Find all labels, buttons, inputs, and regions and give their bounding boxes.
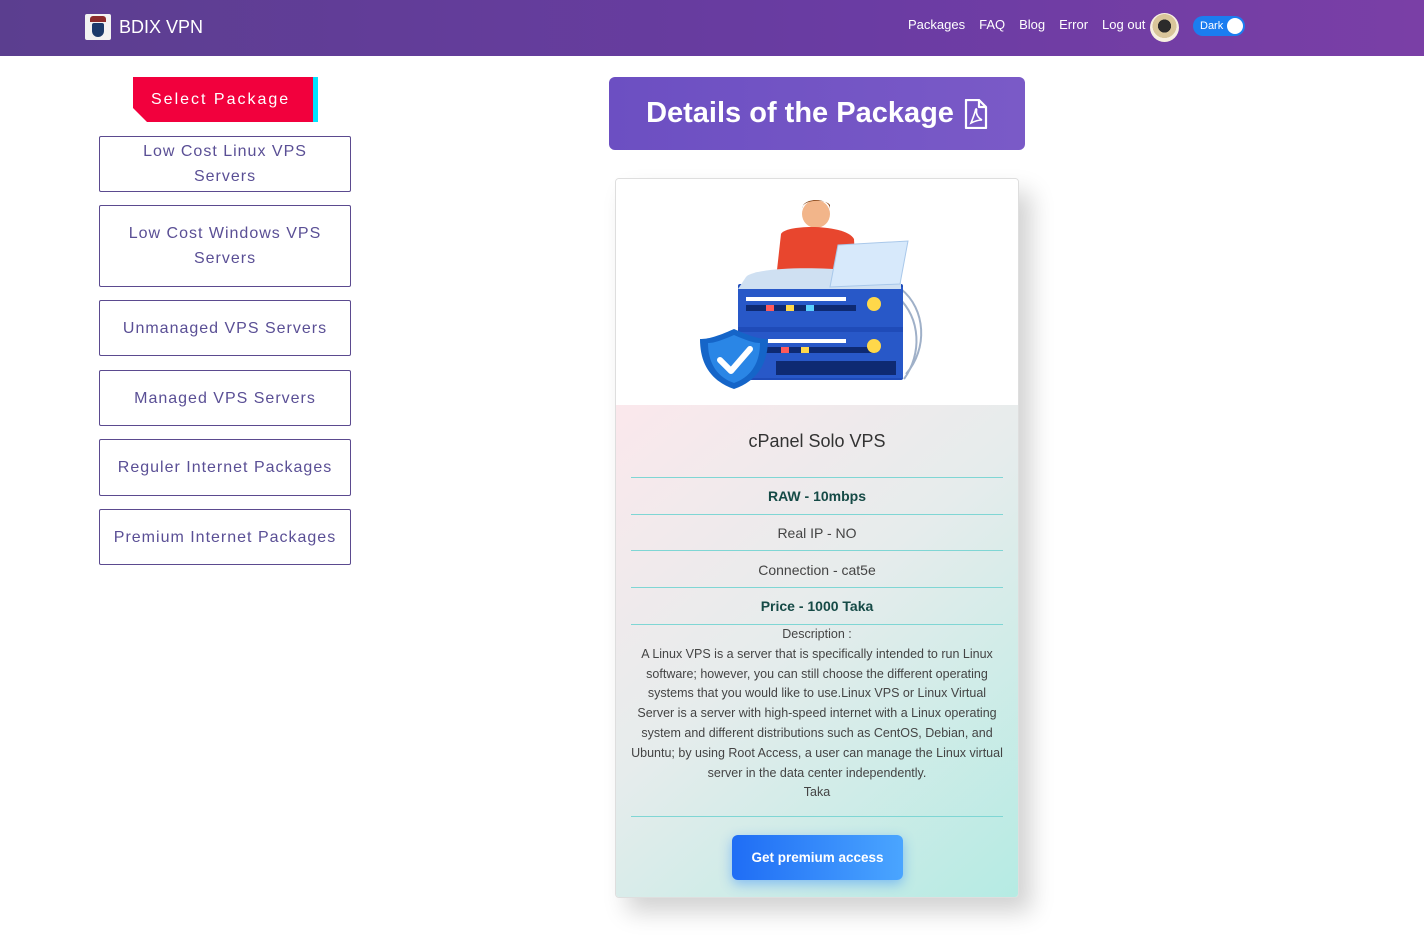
brand[interactable]: BDIX VPN (85, 14, 203, 40)
nav-link-packages[interactable]: Packages (908, 16, 965, 34)
connection-type: Connection - cat5e (631, 550, 1003, 587)
nav-link-faq[interactable]: FAQ (979, 16, 1005, 34)
select-package-title: Select Package (133, 77, 313, 122)
package-regular-internet-button[interactable]: Reguler Internet Packages (99, 439, 351, 496)
get-premium-access-button[interactable]: Get premium access (732, 835, 903, 880)
avatar[interactable] (1150, 13, 1179, 42)
nav-links: Packages FAQ Blog Error Log out (908, 16, 1159, 34)
package-managed-vps-button[interactable]: Managed VPS Servers (99, 370, 351, 426)
dark-mode-label: Dark (1200, 20, 1224, 32)
description-text: A Linux VPS is a server that is specific… (631, 646, 1003, 780)
toggle-knob (1227, 18, 1243, 34)
package-linux-vps-button[interactable]: Low Cost Linux VPS Servers (99, 136, 351, 192)
description: Description : A Linux VPS is a server th… (631, 625, 1003, 803)
details-title: Details of the Package (646, 97, 954, 129)
navbar: BDIX VPN Packages FAQ Blog Error Log out… (0, 0, 1424, 56)
package-premium-internet-button[interactable]: Premium Internet Packages (99, 509, 351, 565)
select-package-heading: Select Package (133, 77, 318, 122)
description-suffix: Taka (803, 785, 831, 800)
divider (631, 816, 1003, 817)
raw-speed: RAW - 10mbps (631, 477, 1003, 514)
nav-link-logout[interactable]: Log out (1102, 16, 1145, 34)
vpn-logo-icon (85, 14, 111, 40)
package-unmanaged-vps-button[interactable]: Unmanaged VPS Servers (99, 300, 351, 356)
card-body: cPanel Solo VPS RAW - 10mbps Real IP - N… (616, 405, 1018, 897)
real-ip: Real IP - NO (631, 514, 1003, 550)
dark-mode-toggle[interactable]: Dark (1193, 16, 1245, 36)
nav-link-error[interactable]: Error (1059, 16, 1088, 34)
price: Price - 1000 Taka (631, 587, 1003, 624)
server-illustration (616, 179, 1018, 405)
details-header: Details of the Package (609, 77, 1025, 150)
package-windows-vps-button[interactable]: Low Cost Windows VPS Servers (99, 205, 351, 287)
package-name: cPanel Solo VPS (748, 431, 886, 451)
description-label: Description : (782, 627, 852, 641)
pdf-file-icon[interactable] (964, 98, 988, 129)
package-card: cPanel Solo VPS RAW - 10mbps Real IP - N… (615, 178, 1019, 898)
brand-name: BDIX VPN (119, 17, 204, 37)
nav-link-blog[interactable]: Blog (1019, 16, 1045, 34)
